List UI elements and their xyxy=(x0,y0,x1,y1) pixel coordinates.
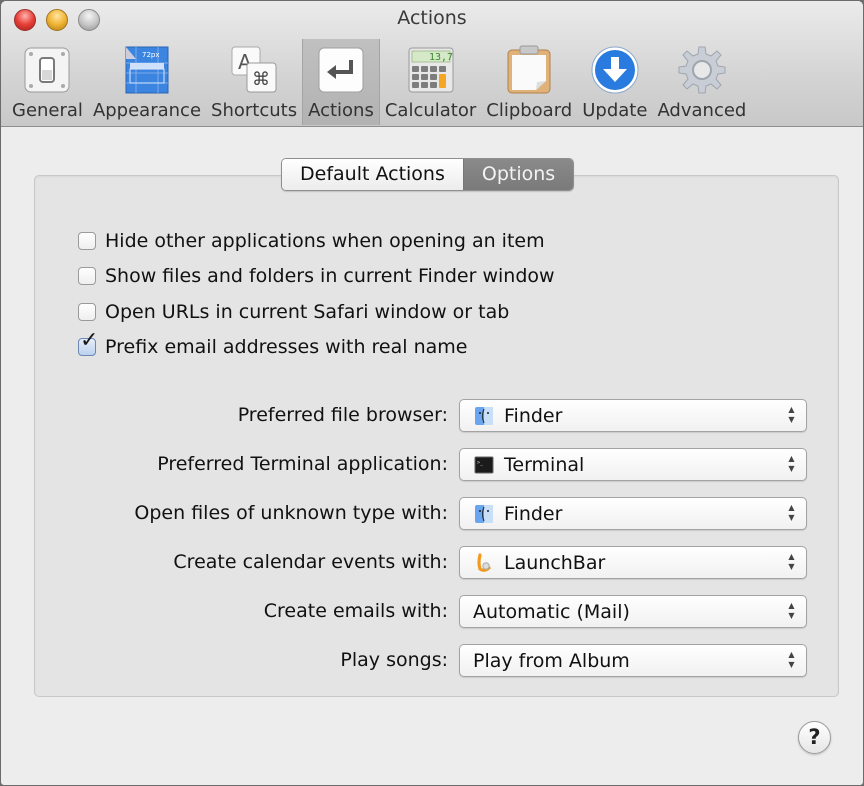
svg-text:⌘: ⌘ xyxy=(252,69,270,90)
toolbar: General 72px Appearance A ⌘ Shortcuts Ac… xyxy=(7,39,751,125)
preferences-window: Actions General 72px Appearance A ⌘ Shor… xyxy=(0,0,864,786)
popup-label: Play songs: xyxy=(340,649,448,671)
options-checkboxes: Hide other applications when opening an … xyxy=(78,223,555,365)
help-button[interactable]: ? xyxy=(798,721,831,754)
tab-options[interactable]: Options xyxy=(462,159,574,190)
up-down-arrows-icon: ▲ ▼ xyxy=(788,454,795,473)
toolbar-item-actions[interactable]: Actions xyxy=(302,39,380,125)
tab-control: Default Actions Options xyxy=(281,158,575,191)
toolbar-item-clipboard[interactable]: Clipboard xyxy=(481,39,577,125)
toolbar-label: Clipboard xyxy=(486,100,573,121)
download-arrow-icon xyxy=(589,44,641,96)
unknown-files-popup[interactable]: Finder ▲ ▼ xyxy=(459,497,807,530)
checkbox[interactable] xyxy=(78,302,96,321)
toolbar-label: Appearance xyxy=(92,100,202,121)
popup-label: Preferred Terminal application: xyxy=(157,453,448,475)
toolbar-item-calculator[interactable]: 13,7 Calculator xyxy=(380,39,481,125)
titlebar: Actions General 72px Appearance A ⌘ Shor… xyxy=(1,1,863,127)
create-emails-popup[interactable]: Automatic (Mail) ▲ ▼ xyxy=(459,595,807,628)
checkbox-label: Show files and folders in current Finder… xyxy=(105,265,555,288)
row-calendar-events: Create calendar events with: LaunchBar ▲… xyxy=(1,546,863,579)
row-open-unknown-files: Open files of unknown type with: Finder … xyxy=(1,497,863,530)
popup-value: Automatic (Mail) xyxy=(473,600,630,623)
toolbar-label: General xyxy=(12,100,83,121)
up-down-arrows-icon: ▲ ▼ xyxy=(788,503,795,522)
toolbar-label: Shortcuts xyxy=(211,100,298,121)
launchbar-icon xyxy=(474,552,494,573)
terminal-popup[interactable]: >_ Terminal ▲ ▼ xyxy=(459,448,807,481)
clipboard-icon xyxy=(503,44,555,96)
tab-default-actions[interactable]: Default Actions xyxy=(282,159,463,190)
popup-label: Open files of unknown type with: xyxy=(134,502,448,524)
toolbar-item-general[interactable]: General xyxy=(7,39,88,125)
checkbox-label: Open URLs in current Safari window or ta… xyxy=(105,300,510,323)
checkbox[interactable]: ✓ xyxy=(78,330,98,357)
return-arrow-icon xyxy=(315,44,367,96)
toolbar-item-update[interactable]: Update xyxy=(577,39,652,125)
calendar-events-popup[interactable]: LaunchBar ▲ ▼ xyxy=(459,546,807,579)
row-play-songs: Play songs: Play from Album ▲ ▼ xyxy=(1,644,863,677)
up-down-arrows-icon: ▲ ▼ xyxy=(788,552,795,571)
toolbar-label: Actions xyxy=(308,100,374,121)
terminal-icon: >_ xyxy=(474,455,494,475)
toolbar-item-appearance[interactable]: 72px Appearance xyxy=(88,39,206,125)
row-create-emails: Create emails with: Automatic (Mail) ▲ ▼ xyxy=(1,595,863,628)
popup-value: Play from Album xyxy=(473,649,630,672)
file-browser-popup[interactable]: Finder ▲ ▼ xyxy=(459,399,807,432)
popup-value: LaunchBar xyxy=(504,551,606,574)
checkbox[interactable] xyxy=(78,267,96,286)
shortcuts-icon: A ⌘ xyxy=(228,44,280,96)
row-preferred-terminal: Preferred Terminal application: >_ Termi… xyxy=(1,448,863,481)
checkbox-label: Prefix email addresses with real name xyxy=(105,336,468,359)
window-title: Actions xyxy=(397,7,467,29)
checkbox-show-in-current-finder[interactable]: Show files and folders in current Finder… xyxy=(78,259,555,295)
checkbox-hide-other-apps[interactable]: Hide other applications when opening an … xyxy=(78,223,555,259)
play-songs-popup[interactable]: Play from Album ▲ ▼ xyxy=(459,644,807,677)
appearance-icon: 72px xyxy=(121,44,173,96)
checkbox[interactable] xyxy=(78,231,96,250)
row-preferred-file-browser: Preferred file browser: Finder ▲ ▼ xyxy=(1,399,863,432)
appearance-badge: 72px xyxy=(142,51,160,59)
toolbar-label: Update xyxy=(582,100,648,121)
up-down-arrows-icon: ▲ ▼ xyxy=(788,650,795,669)
gear-icon xyxy=(676,44,728,96)
switch-icon xyxy=(21,44,73,96)
popup-value: Terminal xyxy=(504,453,585,476)
content-area: Default Actions Options Hide other appli… xyxy=(1,127,863,785)
up-down-arrows-icon: ▲ ▼ xyxy=(788,601,795,620)
finder-icon xyxy=(474,406,494,426)
checkbox-prefix-email-real-name[interactable]: ✓ Prefix email addresses with real name xyxy=(78,330,555,366)
finder-icon xyxy=(474,504,494,524)
popup-value: Finder xyxy=(504,404,563,427)
toolbar-item-advanced[interactable]: Advanced xyxy=(652,39,751,125)
popup-label: Create calendar events with: xyxy=(173,551,448,573)
calculator-icon: 13,7 xyxy=(405,44,457,96)
popup-label: Preferred file browser: xyxy=(237,404,448,426)
checkmark-icon: ✓ xyxy=(80,328,99,354)
checkbox-label: Hide other applications when opening an … xyxy=(105,229,545,252)
svg-text:>_: >_ xyxy=(477,460,484,466)
toolbar-item-shortcuts[interactable]: A ⌘ Shortcuts xyxy=(206,39,302,125)
toolbar-label: Advanced xyxy=(657,100,747,121)
up-down-arrows-icon: ▲ ▼ xyxy=(788,405,795,424)
popup-label: Create emails with: xyxy=(263,600,448,622)
calculator-display: 13,7 xyxy=(429,52,453,63)
checkbox-open-urls-current-safari[interactable]: Open URLs in current Safari window or ta… xyxy=(78,294,555,330)
popup-value: Finder xyxy=(504,502,563,525)
toolbar-label: Calculator xyxy=(384,100,477,121)
